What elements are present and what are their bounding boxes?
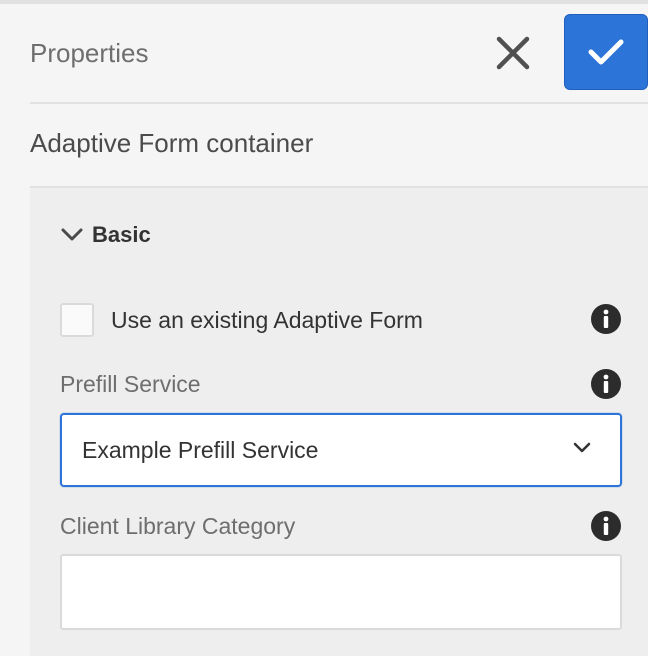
close-button[interactable] bbox=[488, 28, 538, 78]
checkmark-icon bbox=[588, 39, 624, 65]
use-existing-form-row: Use an existing Adaptive Form bbox=[60, 303, 423, 337]
use-existing-form-checkbox[interactable] bbox=[60, 303, 94, 337]
prefill-service-value: Example Prefill Service bbox=[82, 437, 319, 463]
prefill-service-label: Prefill Service bbox=[60, 371, 201, 397]
component-title-row: Adaptive Form container bbox=[30, 104, 648, 188]
dialog-title: Properties bbox=[30, 38, 149, 68]
chevron-down-icon bbox=[61, 228, 83, 241]
basic-accordion-toggle[interactable]: Basic bbox=[60, 222, 151, 248]
use-existing-form-label: Use an existing Adaptive Form bbox=[111, 306, 423, 333]
info-icon[interactable] bbox=[590, 510, 622, 542]
client-library-category-label: Client Library Category bbox=[60, 513, 296, 539]
chevron-down-icon bbox=[573, 442, 591, 453]
info-icon[interactable] bbox=[590, 303, 622, 335]
properties-panel: Basic Use an existing Adaptive Form Pref… bbox=[30, 188, 648, 656]
component-title: Adaptive Form container bbox=[30, 128, 314, 158]
prefill-service-select[interactable]: Example Prefill Service bbox=[60, 413, 622, 487]
client-library-category-input[interactable] bbox=[60, 554, 622, 630]
confirm-button[interactable] bbox=[564, 14, 648, 90]
close-icon bbox=[496, 36, 530, 70]
info-icon[interactable] bbox=[590, 368, 622, 400]
accordion-title: Basic bbox=[92, 222, 151, 247]
dialog-header: Properties bbox=[30, 4, 648, 104]
